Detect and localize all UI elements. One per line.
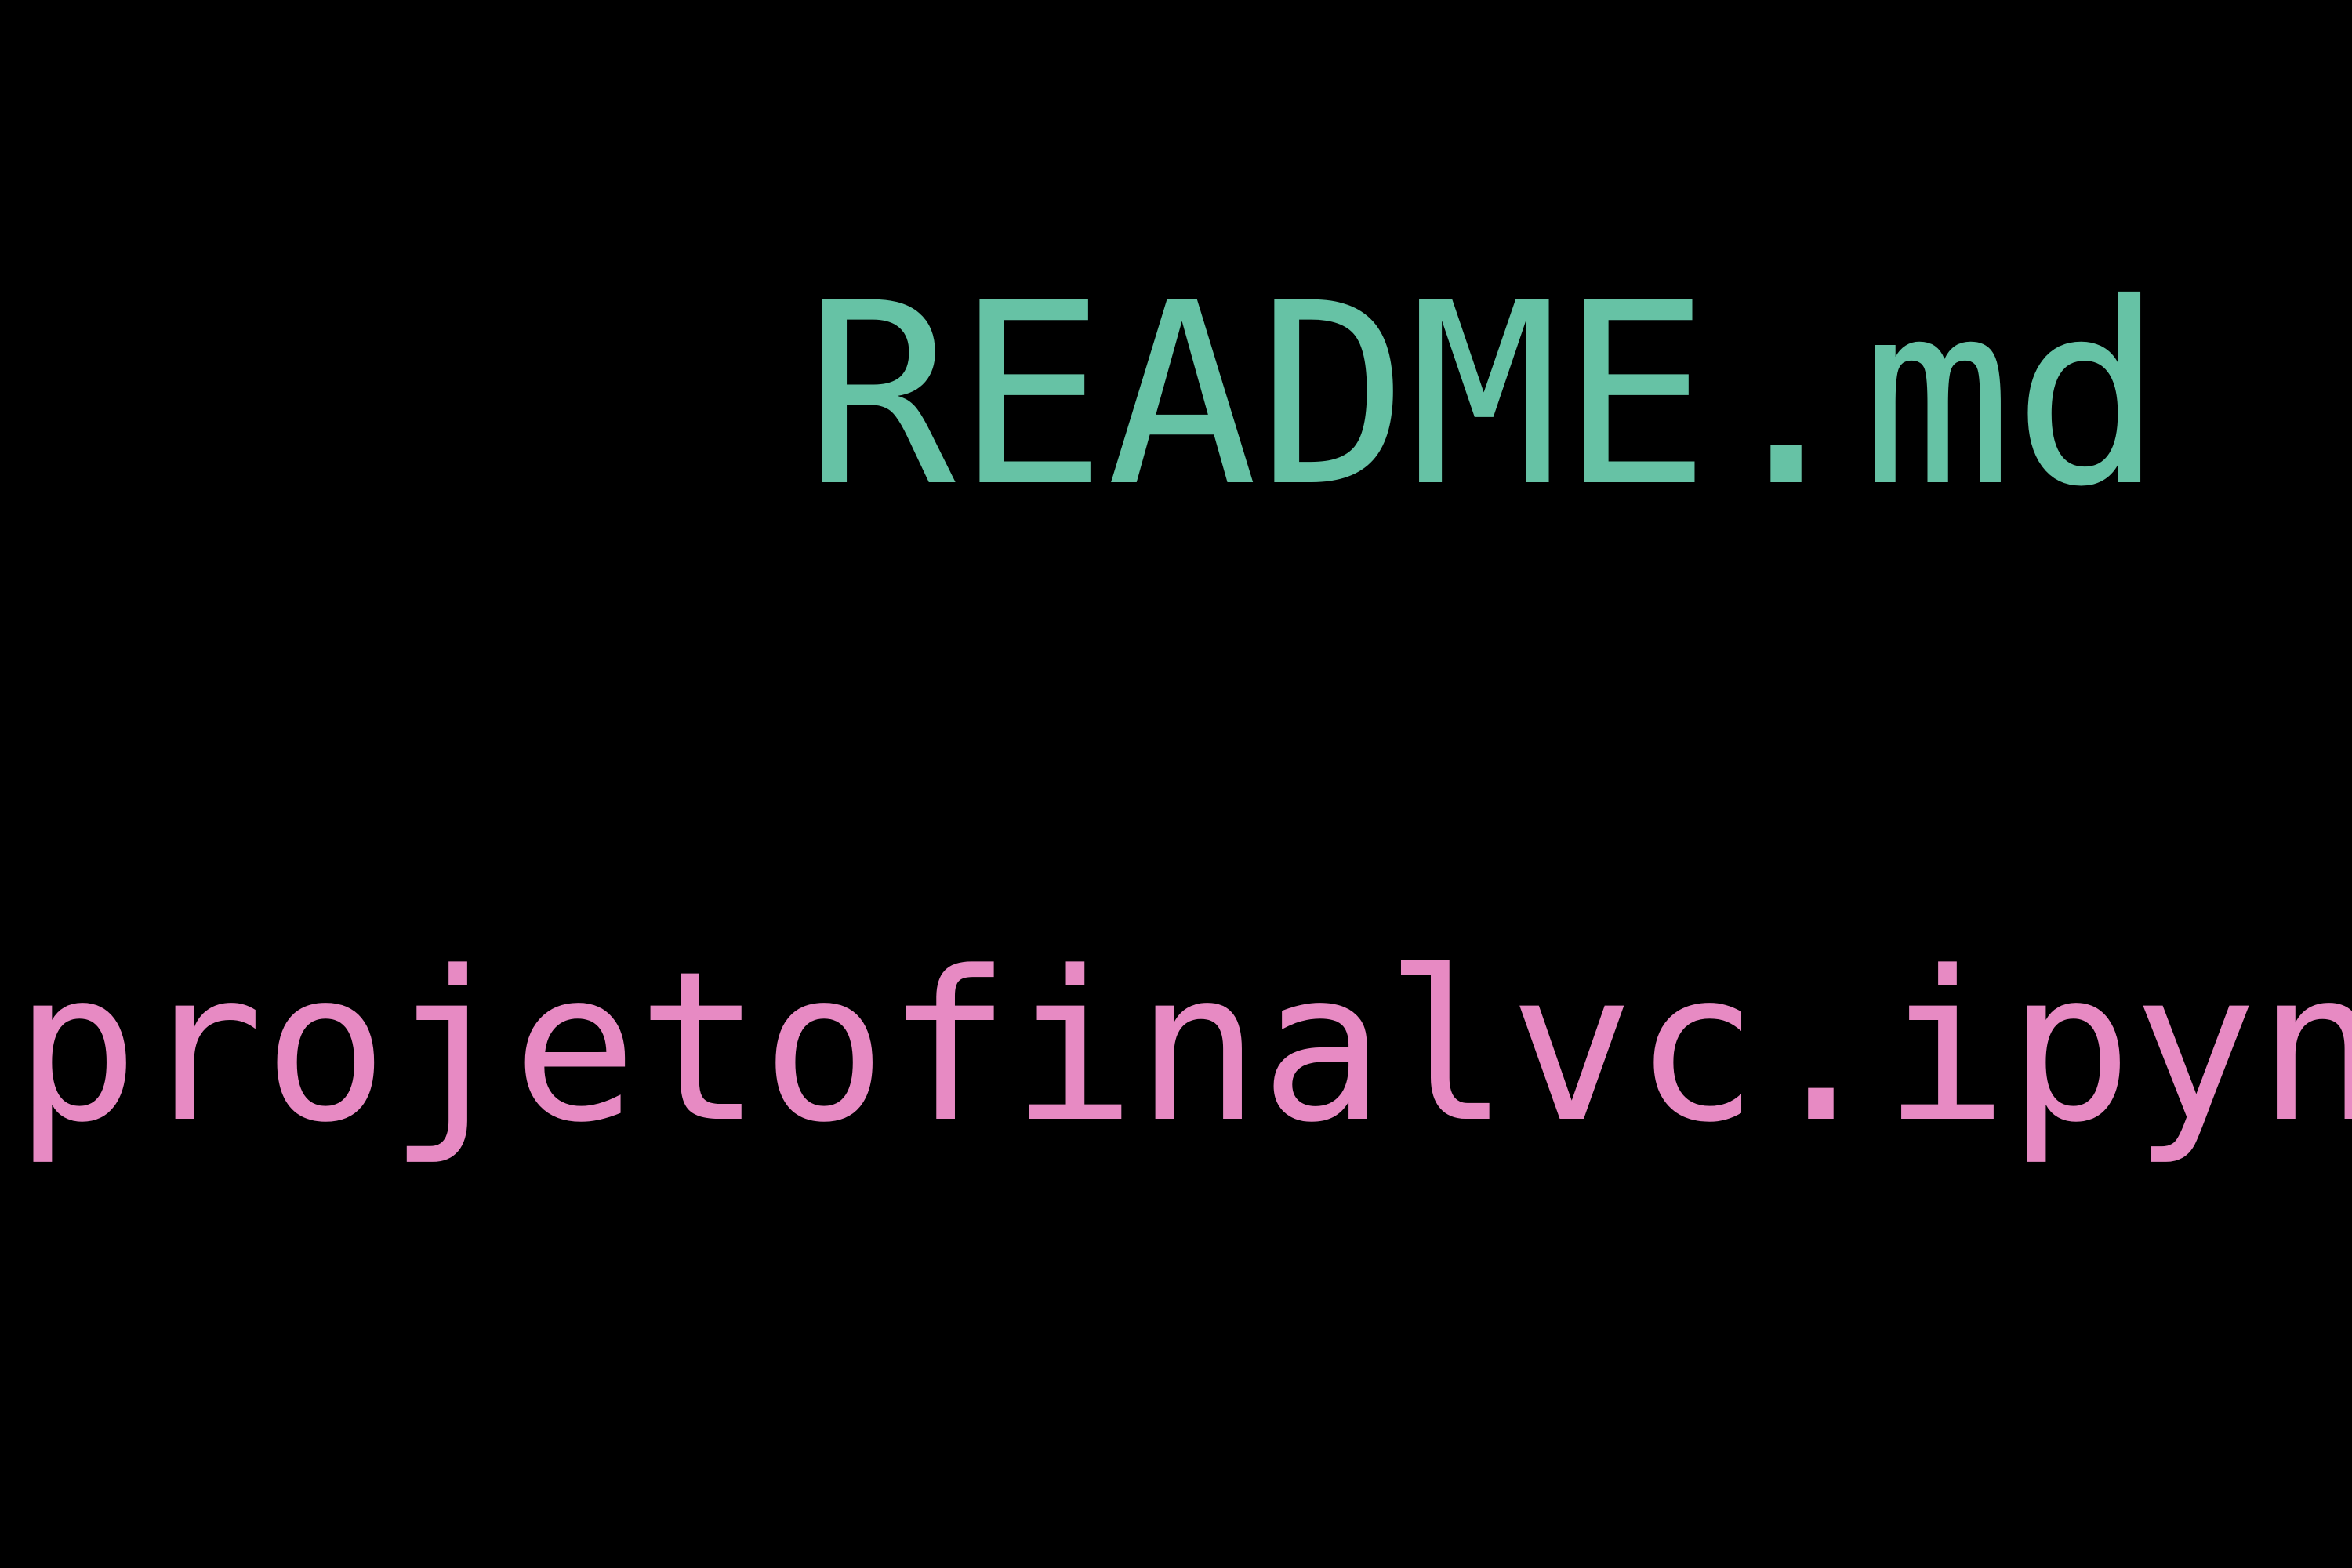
word-readme: README.md: [804, 250, 2164, 542]
word-cloud: README.md projetofinalvc.ipynb: [0, 0, 2352, 1568]
word-notebook: projetofinalvc.ipynb: [14, 927, 2352, 1168]
